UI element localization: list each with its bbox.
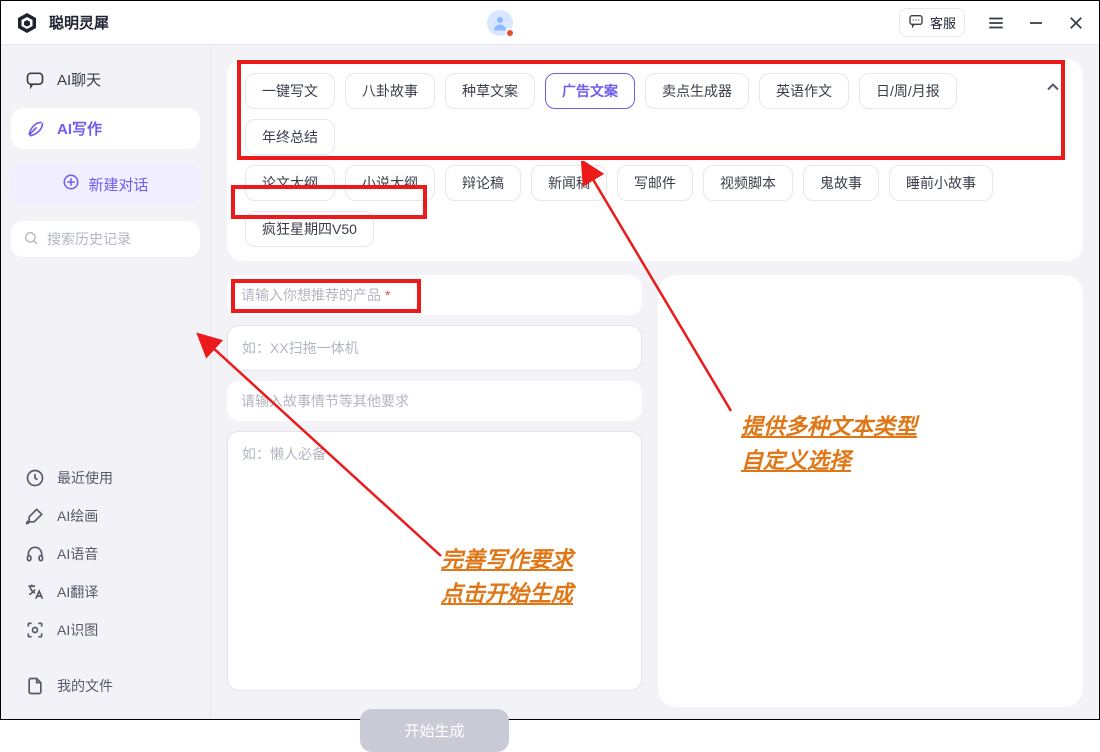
output-preview-panel: [658, 275, 1083, 707]
sidebar-item-ai-voice[interactable]: AI语音: [11, 535, 200, 573]
template-tag[interactable]: 写邮件: [617, 165, 693, 201]
search-placeholder: 搜索历史记录: [47, 229, 131, 249]
feather-icon: [25, 119, 45, 139]
new-chat-label: 新建对话: [88, 174, 148, 195]
sidebar-item-label: AI聊天: [57, 69, 101, 90]
template-tag[interactable]: 广告文案: [545, 73, 635, 109]
search-input[interactable]: 搜索历史记录: [11, 221, 200, 257]
chevron-up-icon: [1043, 77, 1063, 102]
chat-icon: [25, 70, 45, 90]
headphone-icon: [25, 544, 45, 564]
product-placeholder: 如：XX扫拖一体机: [242, 340, 359, 356]
template-tag[interactable]: 睡前小故事: [889, 165, 993, 201]
template-tag[interactable]: 辩论稿: [445, 165, 521, 201]
template-tag[interactable]: 疯狂星期四V50: [245, 211, 374, 247]
story-textarea[interactable]: 如：懒人必备: [227, 431, 642, 691]
app-logo-icon: [15, 11, 39, 35]
sidebar-item-ai-translate[interactable]: AI翻译: [11, 573, 200, 611]
support-button[interactable]: 客服: [899, 8, 965, 37]
brush-icon: [25, 506, 45, 526]
form-left-column: 请输入你想推荐的产品* 如：XX扫拖一体机 请输入故事情节等其他要求 如：懒人必…: [227, 275, 642, 707]
template-tag[interactable]: 鬼故事: [803, 165, 879, 201]
notification-dot-icon: [505, 28, 515, 38]
sidebar-item-ai-vision[interactable]: AI识图: [11, 611, 200, 649]
file-icon: [25, 676, 45, 696]
close-icon[interactable]: [1067, 14, 1085, 32]
main-content: 一键写文八卦故事种草文案广告文案卖点生成器英语作文日/周/月报年终总结 论文大纲…: [211, 45, 1099, 719]
story-placeholder: 如：懒人必备: [242, 446, 326, 462]
sidebar-item-ai-chat[interactable]: AI聊天: [11, 59, 200, 100]
template-tag[interactable]: 八卦故事: [345, 73, 435, 109]
avatar[interactable]: [487, 10, 513, 36]
sidebar-item-ai-paint[interactable]: AI绘画: [11, 497, 200, 535]
clock-icon: [25, 468, 45, 488]
scan-icon: [25, 620, 45, 640]
template-tag[interactable]: 视频脚本: [703, 165, 793, 201]
sidebar-item-label: 我的文件: [57, 676, 113, 696]
template-tag[interactable]: 日/周/月报: [859, 73, 957, 109]
search-icon: [23, 230, 39, 249]
sidebar-item-label: AI语音: [57, 544, 98, 564]
new-chat-button[interactable]: 新建对话: [11, 163, 200, 205]
template-tag[interactable]: 小说大纲: [345, 165, 435, 201]
template-tag-panel: 一键写文八卦故事种草文案广告文案卖点生成器英语作文日/周/月报年终总结 论文大纲…: [227, 59, 1083, 261]
template-tag[interactable]: 一键写文: [245, 73, 335, 109]
story-label-text: 请输入故事情节等其他要求: [241, 393, 409, 409]
story-field-label: 请输入故事情节等其他要求: [227, 381, 642, 421]
plus-circle-icon: [62, 173, 80, 195]
template-tag[interactable]: 年终总结: [245, 119, 335, 155]
menu-icon[interactable]: [987, 14, 1005, 32]
template-tag[interactable]: 新闻稿: [531, 165, 607, 201]
support-label: 客服: [930, 13, 956, 32]
app-title: 聪明灵犀: [49, 12, 109, 33]
start-button-label: 开始生成: [404, 723, 464, 740]
title-bar: 聪明灵犀 客服: [1, 1, 1099, 45]
start-generate-button[interactable]: 开始生成: [360, 709, 508, 752]
sidebar-item-ai-write[interactable]: AI写作: [11, 108, 200, 149]
sidebar-item-label: AI识图: [57, 620, 98, 640]
tag-row: 论文大纲小说大纲辩论稿新闻稿写邮件视频脚本鬼故事睡前小故事疯狂星期四V50: [245, 165, 1031, 247]
translate-icon: [25, 582, 45, 602]
template-tag[interactable]: 种草文案: [445, 73, 535, 109]
product-input[interactable]: 如：XX扫拖一体机: [227, 325, 642, 371]
template-tag[interactable]: 英语作文: [759, 73, 849, 109]
product-field-label: 请输入你想推荐的产品*: [227, 275, 642, 315]
sidebar: AI聊天 AI写作 新建对话 搜索历史记录: [1, 45, 211, 719]
sidebar-item-label: 最近使用: [57, 468, 113, 488]
tag-row: 一键写文八卦故事种草文案广告文案卖点生成器英语作文日/周/月报年终总结: [245, 73, 1031, 155]
chat-bubble-icon: [908, 13, 924, 32]
template-tag[interactable]: 论文大纲: [245, 165, 335, 201]
product-label-text: 请输入你想推荐的产品: [241, 287, 381, 303]
minimize-icon[interactable]: [1027, 14, 1045, 32]
sidebar-item-recent[interactable]: 最近使用: [11, 459, 200, 497]
sidebar-item-myfiles[interactable]: 我的文件: [11, 667, 200, 705]
sidebar-item-label: AI写作: [57, 118, 102, 139]
collapse-button[interactable]: [1039, 75, 1067, 103]
required-asterisk-icon: *: [385, 287, 390, 303]
sidebar-item-label: AI绘画: [57, 506, 98, 526]
template-tag[interactable]: 卖点生成器: [645, 73, 749, 109]
sidebar-item-label: AI翻译: [57, 582, 98, 602]
